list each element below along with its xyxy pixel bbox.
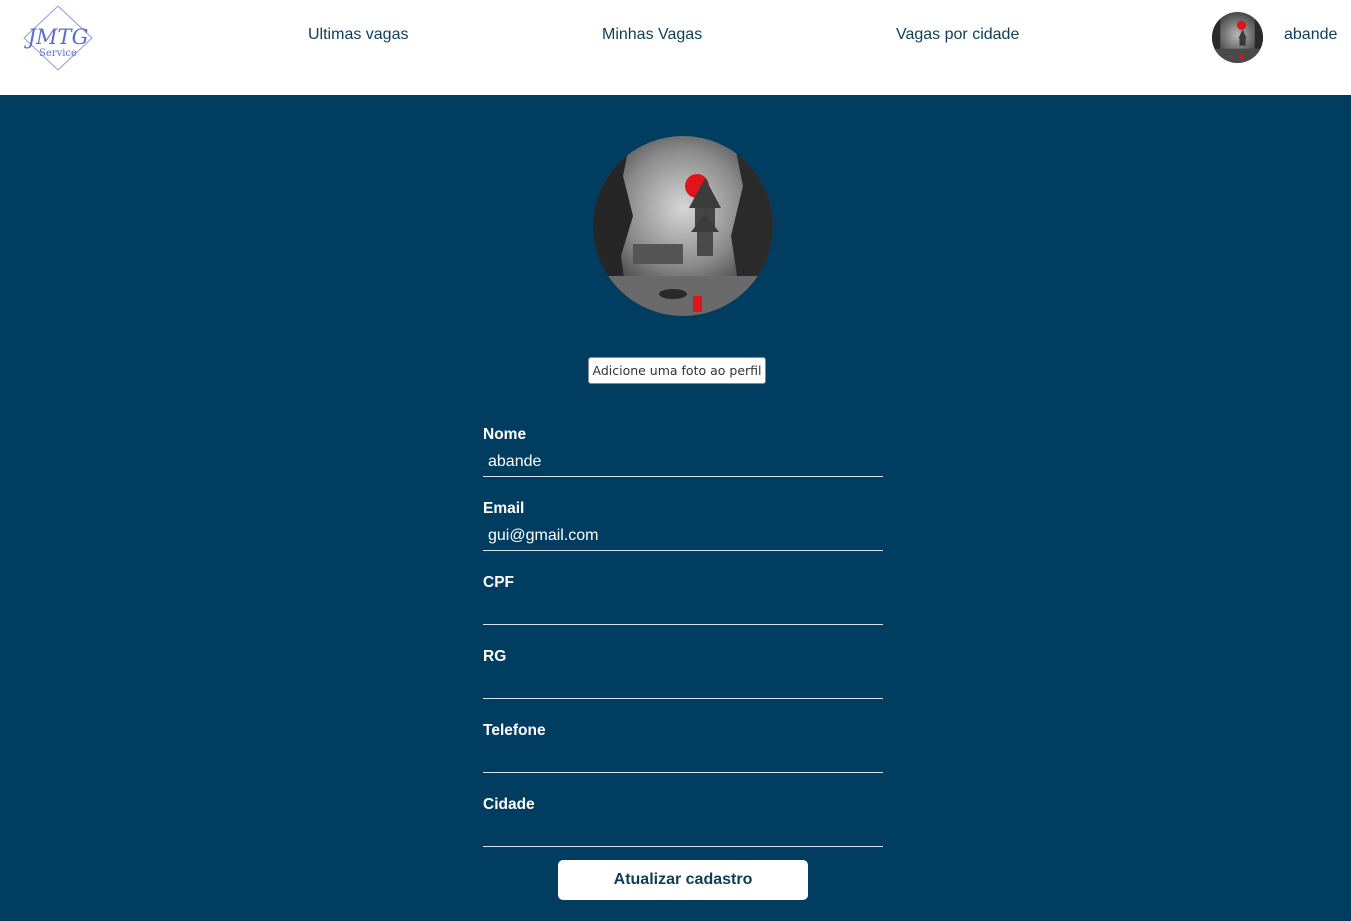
add-profile-photo-button[interactable]: Adicione uma foto ao perfil — [588, 357, 766, 384]
field-telefone: Telefone — [483, 721, 883, 773]
rg-input[interactable] — [483, 673, 883, 699]
field-label: Email — [483, 500, 525, 517]
user-name[interactable]: abande — [1284, 26, 1337, 44]
logo-main-text: JMTG — [24, 25, 89, 49]
user-avatar-image — [1212, 12, 1263, 63]
telefone-input[interactable] — [483, 747, 883, 773]
field-label: CPF — [483, 574, 514, 591]
update-profile-button[interactable]: Atualizar cadastro — [558, 860, 808, 900]
nav-minhas-vagas[interactable]: Minhas Vagas — [602, 26, 702, 44]
nome-input[interactable] — [483, 451, 883, 477]
jmtg-logo[interactable]: JMTG Service — [22, 4, 94, 72]
profile-photo-image — [593, 136, 773, 316]
nav-ultimas-vagas[interactable]: Ultimas vagas — [308, 26, 408, 44]
field-label: Nome — [483, 426, 527, 443]
cpf-input[interactable] — [483, 599, 883, 625]
field-cpf: CPF — [483, 573, 883, 625]
field-label: Cidade — [483, 796, 535, 813]
nav-vagas-por-cidade[interactable]: Vagas por cidade — [896, 26, 1019, 44]
top-navbar: JMTG Service Ultimas vagas Minhas Vagas … — [0, 0, 1351, 95]
user-avatar[interactable] — [1212, 12, 1263, 63]
field-rg: RG — [483, 647, 883, 699]
field-cidade: Cidade — [483, 795, 883, 847]
profile-photo — [593, 136, 773, 316]
cidade-input[interactable] — [483, 821, 883, 847]
field-label: RG — [483, 648, 507, 665]
field-nome: Nome — [483, 425, 883, 477]
field-label: Telefone — [483, 722, 546, 739]
logo-sub-text: Service — [39, 48, 77, 59]
field-email: Email — [483, 499, 883, 551]
email-input[interactable] — [483, 525, 883, 551]
